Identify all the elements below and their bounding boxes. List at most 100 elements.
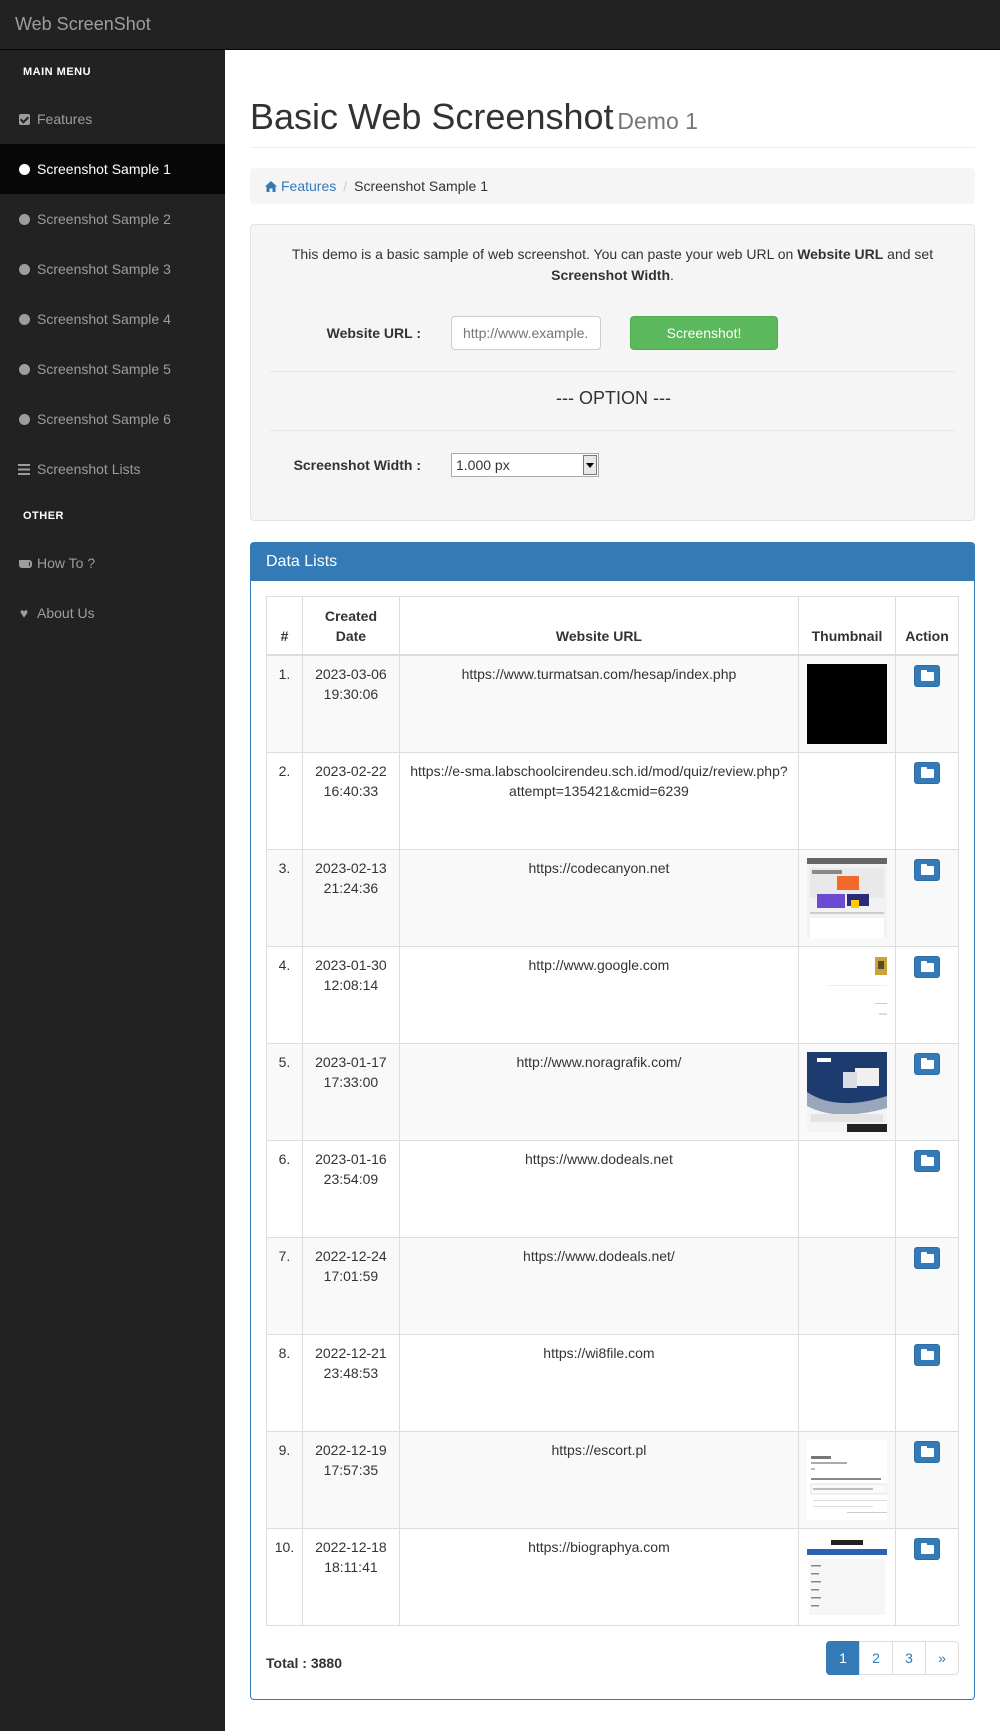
row-created-date: 2023-01-30 12:08:14: [301, 945, 400, 1044]
table-row: 9. 2022-12-19 17:57:35 https://escort.pl: [266, 1430, 960, 1529]
sidebar-item-features[interactable]: Features: [0, 94, 225, 144]
folder-open-icon[interactable]: [913, 858, 940, 881]
row-created-date: 2023-01-17 17:33:00: [301, 1042, 400, 1141]
row-thumbnail: [797, 1042, 896, 1141]
sidebar-item-screenshot-sample-1[interactable]: Screenshot Sample 1: [0, 144, 225, 194]
table-row: 7. 2022-12-24 17:01:59 https://www.dodeals…: [266, 1236, 960, 1335]
table-row: 8. 2022-12-21 23:48:53 https://wi8file.com: [266, 1333, 960, 1432]
sidebar-item-label: Screenshot Sample 6: [37, 411, 171, 427]
row-thumbnail: [797, 654, 896, 753]
sidebar-item-label: Screenshot Sample 3: [37, 261, 171, 277]
page-subtitle: Demo 1: [617, 108, 698, 134]
thumbnail-image[interactable]: [806, 663, 887, 744]
sidebar-item-screenshot-lists[interactable]: Screenshot Lists: [0, 444, 225, 494]
row-action: [894, 1333, 960, 1432]
folder-open-icon[interactable]: [913, 955, 940, 978]
sidebar-item-label: Screenshot Sample 5: [37, 361, 171, 377]
thumbnail-image[interactable]: [806, 1536, 887, 1617]
panel-title: Data Lists: [251, 543, 974, 581]
sidebar-item-about-us[interactable]: ♥ About Us: [0, 588, 225, 638]
sidebar-item-how-to[interactable]: How To ?: [0, 538, 225, 588]
total-count: Total : 3880: [266, 1655, 342, 1671]
sidebar-item-label: Screenshot Sample 4: [37, 311, 171, 327]
option-title: --- OPTION ---: [556, 388, 671, 408]
sidebar-item-screenshot-sample-3[interactable]: Screenshot Sample 3: [0, 244, 225, 294]
circle-icon: [18, 394, 30, 444]
row-website-url: https://www.turmatsan.com/hesap/index.ph…: [398, 654, 799, 753]
brand-title[interactable]: Web ScreenShot: [15, 14, 151, 35]
row-thumbnail: [797, 1333, 896, 1432]
row-thumbnail: [797, 1430, 896, 1529]
website-url-input[interactable]: [451, 316, 601, 350]
list-icon: [18, 444, 30, 494]
website-url-label: Website URL :: [326, 325, 421, 341]
folder-open-icon[interactable]: [913, 1149, 940, 1172]
thumbnail-image[interactable]: [806, 954, 887, 1035]
coffee-icon: [18, 538, 32, 588]
row-action: [894, 1139, 960, 1238]
folder-open-icon[interactable]: [913, 1440, 940, 1463]
breadcrumb-separator: /: [343, 178, 348, 194]
col-url-header: Website URL: [398, 596, 799, 656]
sidebar-header-main-menu: MAIN MENU: [23, 66, 92, 78]
intro-text: .: [670, 267, 674, 283]
page-title: Basic Web Screenshot: [250, 96, 614, 137]
page-3-button[interactable]: 3: [892, 1641, 926, 1675]
row-action: [894, 945, 960, 1044]
row-website-url: https://www.dodeals.net/: [398, 1236, 799, 1335]
table-row: 4. 2023-01-30 12:08:14 http://www.google.c…: [266, 945, 960, 1044]
folder-open-icon[interactable]: [913, 1052, 940, 1075]
row-thumbnail: [797, 1527, 896, 1626]
data-table: # Created Date Website URL Thumbnail Act…: [266, 596, 960, 1626]
row-website-url: https://codecanyon.net: [398, 848, 799, 947]
circle-icon: [18, 144, 30, 194]
page-2-button[interactable]: 2: [859, 1641, 893, 1675]
row-number: 9.: [266, 1430, 303, 1529]
sidebar-item-screenshot-sample-4[interactable]: Screenshot Sample 4: [0, 294, 225, 344]
screenshot-width-select[interactable]: 1.000 px: [451, 453, 599, 477]
row-action: [894, 751, 960, 850]
folder-open-icon[interactable]: [913, 1246, 940, 1269]
thumbnail-image[interactable]: [806, 857, 887, 938]
thumbnail-image[interactable]: [806, 1051, 887, 1132]
row-action: [894, 1236, 960, 1335]
row-number: 2.: [266, 751, 303, 850]
row-website-url: https://www.dodeals.net: [398, 1139, 799, 1238]
intro-bold-width: Screenshot Width: [551, 267, 670, 283]
sidebar-item-screenshot-sample-6[interactable]: Screenshot Sample 6: [0, 394, 225, 444]
folder-open-icon[interactable]: [913, 761, 940, 784]
row-website-url: https://e-sma.labschoolcirendeu.sch.id/m…: [398, 751, 799, 850]
row-website-url: https://wi8file.com: [398, 1333, 799, 1432]
thumbnail-image[interactable]: [806, 1439, 887, 1520]
next-page-button[interactable]: »: [925, 1641, 959, 1675]
row-created-date: 2022-12-18 18:11:41: [301, 1527, 400, 1626]
breadcrumb-home[interactable]: Features: [265, 178, 336, 194]
screenshot-button[interactable]: Screenshot!: [630, 316, 778, 350]
intro-text: This demo is a basic sample of web scree…: [291, 246, 798, 262]
col-action-header: Action: [894, 596, 960, 656]
circle-icon: [18, 344, 30, 394]
table-row: 2. 2023-02-22 16:40:33 https://e-sma.labsc…: [266, 751, 960, 850]
row-number: 4.: [266, 945, 303, 1044]
sidebar-item-label: Screenshot Sample 2: [37, 211, 171, 227]
divider: [270, 430, 955, 431]
sidebar-item-label: About Us: [37, 605, 95, 621]
circle-icon: [18, 294, 30, 344]
folder-open-icon[interactable]: [913, 1343, 940, 1366]
sidebar-item-screenshot-sample-2[interactable]: Screenshot Sample 2: [0, 194, 225, 244]
sidebar-item-screenshot-sample-5[interactable]: Screenshot Sample 5: [0, 344, 225, 394]
folder-open-icon[interactable]: [913, 664, 940, 687]
col-date-header: Created Date: [301, 596, 400, 656]
page-1-button[interactable]: 1: [826, 1641, 860, 1675]
table-row: 3. 2023-02-13 21:24:36 https://codecanyon.…: [266, 848, 960, 947]
row-number: 3.: [266, 848, 303, 947]
row-created-date: 2022-12-19 17:57:35: [301, 1430, 400, 1529]
row-created-date: 2023-03-06 19:30:06: [301, 654, 400, 753]
table-row: 1. 2023-03-06 19:30:06 https://www.turmats…: [266, 654, 960, 753]
folder-open-icon[interactable]: [913, 1537, 940, 1560]
page-header: Basic Web Screenshot Demo 1: [250, 96, 975, 148]
row-created-date: 2023-02-13 21:24:36: [301, 848, 400, 947]
row-action: [894, 848, 960, 947]
row-thumbnail: [797, 1139, 896, 1238]
circle-icon: [18, 244, 30, 294]
